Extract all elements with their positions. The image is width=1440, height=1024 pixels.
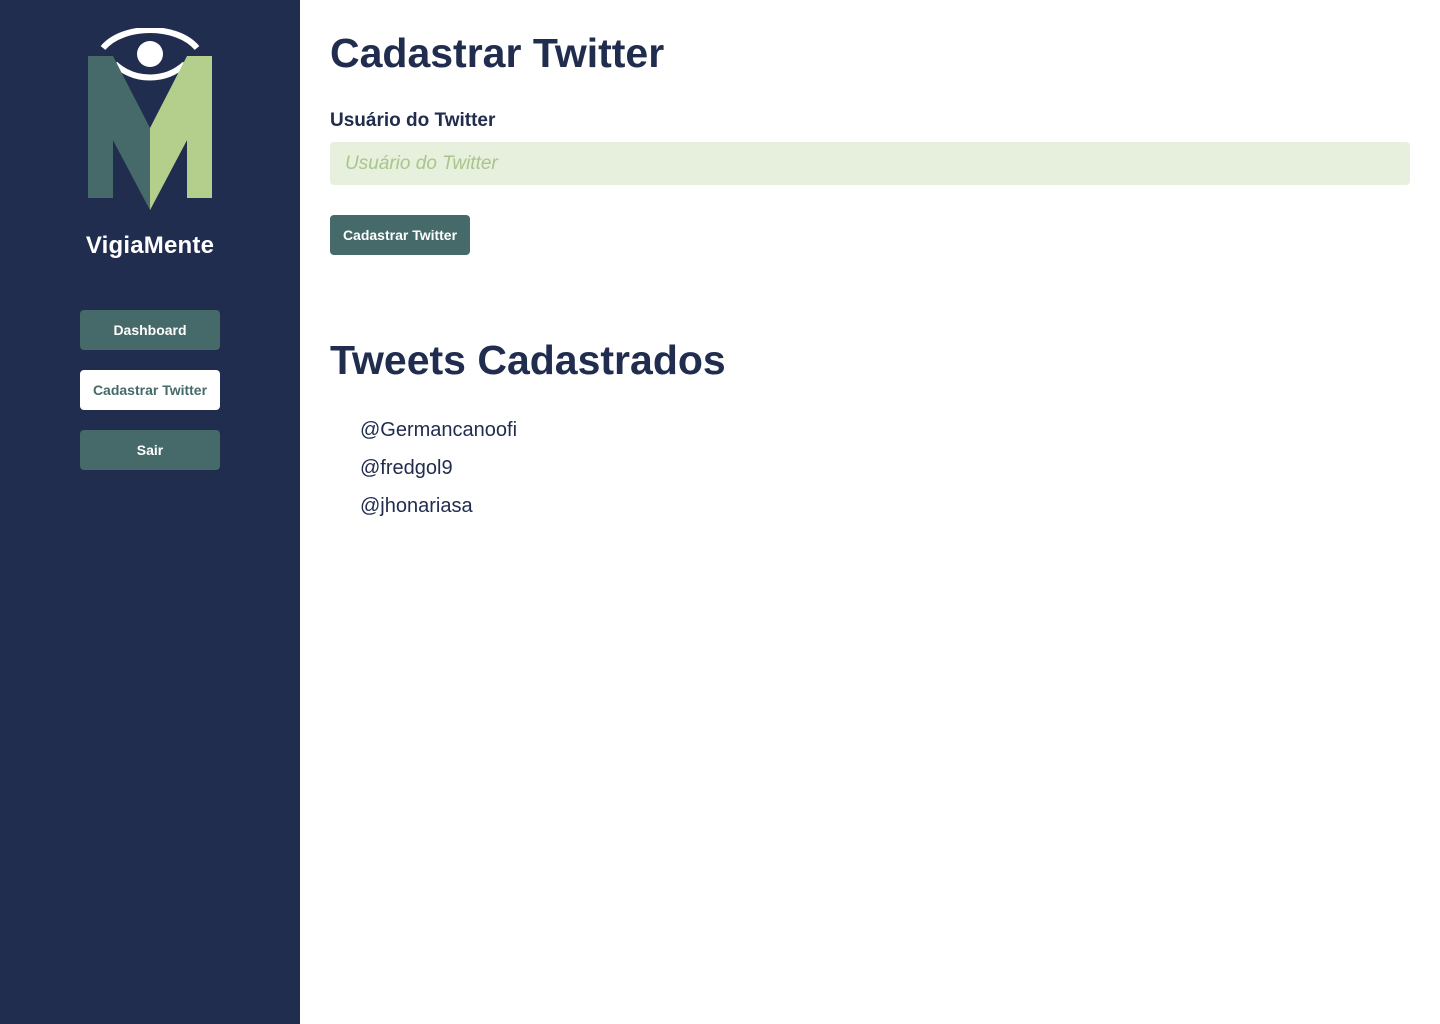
nav-dashboard-button[interactable]: Dashboard [80, 310, 220, 350]
tweet-list-item: @fredgol9 [360, 457, 453, 479]
tweet-list-item: @jhonariasa [360, 495, 473, 517]
logo-icon [88, 28, 212, 210]
main-content: Cadastrar Twitter Usuário do Twitter Cad… [300, 0, 1440, 1024]
brand-name: VigiaMente [85, 232, 215, 259]
nav-sair-button[interactable]: Sair [80, 430, 220, 470]
twitter-user-input[interactable] [330, 142, 1410, 185]
twitter-user-label: Usuário do Twitter [330, 110, 496, 131]
nav-cadastrar-twitter-button[interactable]: Cadastrar Twitter [80, 370, 220, 410]
sidebar: VigiaMente Dashboard Cadastrar Twitter S… [0, 0, 300, 1024]
tweets-section-title: Tweets Cadastrados [330, 337, 726, 383]
cadastrar-twitter-submit-button[interactable]: Cadastrar Twitter [330, 215, 470, 255]
page-title: Cadastrar Twitter [330, 30, 665, 76]
tweet-list: @Germancanoofi @fredgol9 @jhonariasa [330, 411, 1410, 525]
tweet-list-item: @Germancanoofi [360, 419, 518, 441]
sidebar-nav: Dashboard Cadastrar Twitter Sair [80, 310, 220, 470]
